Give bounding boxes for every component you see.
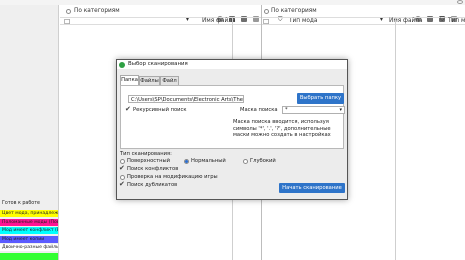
- scan-type-label: Тип сканирования:: [120, 151, 172, 157]
- right-sort-arrow-icon: ▾: [380, 17, 383, 23]
- scan-dialog: Выбор сканирования Папка Файлы Файл C:\U…: [116, 59, 348, 200]
- choose-folder-button[interactable]: Выбрать папку: [297, 93, 344, 104]
- duplicates-checkbox[interactable]: ✔: [119, 180, 125, 188]
- left-column-header: ☐ ▾ Имя файла ⛉ Тип мода: [60, 17, 317, 26]
- right-filter-icon[interactable]: ⛉: [440, 17, 444, 24]
- window-control-icon[interactable]: [457, 0, 463, 4]
- right-category-radio[interactable]: [264, 9, 269, 14]
- recursive-label: Рекурсивный поиск: [133, 107, 187, 113]
- mask-select[interactable]: * ▾: [282, 106, 345, 114]
- legend-item: Мод имеет конфликт (Бол: [0, 227, 58, 234]
- legend-item: Мод имеет копии: [0, 235, 58, 243]
- right-column-header: ☐ ▾ Имя файла ⛉ Тип мода: [262, 17, 465, 26]
- conflicts-checkbox[interactable]: ✔: [119, 164, 125, 172]
- legend-item: [0, 252, 58, 260]
- legend-item: Цвет мода, принадлежащ: [0, 210, 58, 217]
- left-sort-arrow-icon: ▾: [186, 17, 189, 23]
- scan-type-surface[interactable]: Поверхностный: [127, 158, 170, 164]
- left-select-all-checkbox[interactable]: ☐: [64, 18, 70, 26]
- tab-folder[interactable]: Папка: [120, 75, 139, 85]
- right-col-type[interactable]: Тип мода: [448, 18, 465, 24]
- left-category-label: По категориям: [74, 8, 120, 14]
- tab-file[interactable]: Файл: [160, 76, 179, 85]
- dialog-titlebar: Выбор сканирования: [117, 60, 347, 69]
- mask-label: Маска поиска: [240, 107, 278, 113]
- mask-hint: Маска поиска вводится, используя символы…: [233, 119, 331, 138]
- conflicts-label: Поиск конфликтов: [127, 166, 179, 172]
- scan-type-radio-1[interactable]: [184, 159, 189, 164]
- folder-path-field[interactable]: C:\Users\SP\Documents\Electronic Arts\Th…: [128, 95, 244, 103]
- right-select-all-checkbox[interactable]: ☐: [263, 18, 269, 26]
- tab-files[interactable]: Файлы: [139, 76, 160, 85]
- left-col-filename[interactable]: Имя файла: [202, 18, 236, 24]
- right-category-label: По категориям: [271, 8, 317, 14]
- duplicates-label: Поиск дубликатов: [127, 182, 178, 188]
- scan-type-radio-2[interactable]: [243, 159, 248, 164]
- app-logo-icon: [119, 61, 125, 68]
- legend-item: Поломанные моды (Повре: [0, 218, 58, 226]
- legend-item: Двоично-разные файлы: [0, 244, 58, 251]
- recursive-checkbox[interactable]: ✔: [125, 105, 131, 113]
- game-mod-label: Проверка на модификацию игры: [127, 174, 218, 180]
- folder-panel: C:\Users\SP\Documents\Electronic Arts\Th…: [120, 85, 345, 149]
- chevron-down-icon: ▾: [339, 107, 342, 113]
- top-toolbar: [0, 0, 465, 5]
- scan-type-normal[interactable]: Нормальный: [191, 158, 226, 164]
- left-category-radio[interactable]: [66, 9, 71, 14]
- status-ready: Готов к работе: [2, 201, 40, 206]
- start-scan-button[interactable]: Начать сканирование: [279, 183, 345, 193]
- dialog-title: Выбор сканирования: [128, 61, 188, 67]
- mask-value: *: [285, 107, 288, 113]
- scan-type-deep[interactable]: Глубокий: [250, 158, 276, 164]
